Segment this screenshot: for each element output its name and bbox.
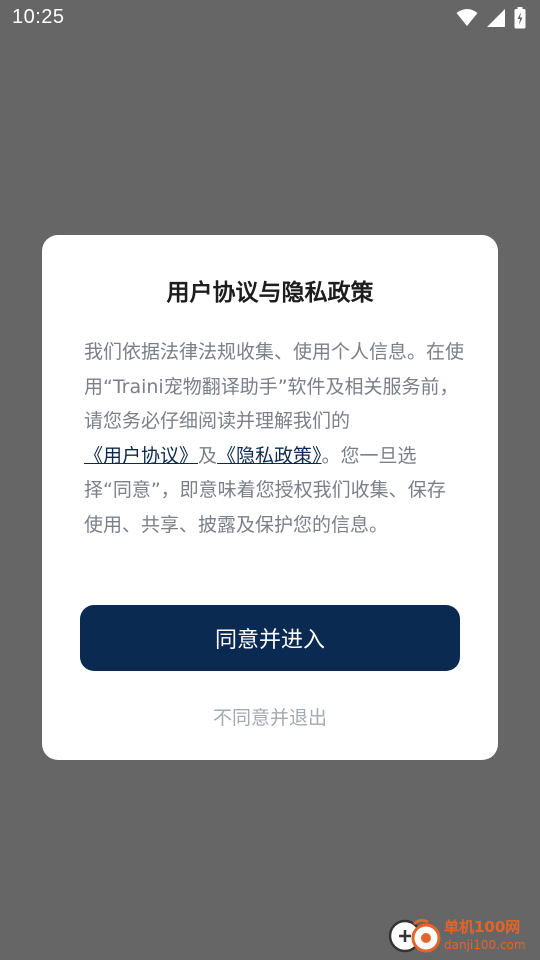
- body-connector: 及: [198, 444, 218, 467]
- status-bar: 10:25: [0, 0, 540, 36]
- status-icons: [456, 6, 526, 30]
- wifi-icon: [456, 9, 478, 27]
- screen: 10:25 用户协议与隐私政策 我们依据法律法规收集、使用个人信息。在使用“Tr…: [0, 0, 540, 960]
- status-time: 10:25: [12, 6, 65, 28]
- watermark-url: danji100.com: [444, 938, 526, 952]
- body-text-part1: 我们依据法律法规收集、使用个人信息。在使用“Traini宠物翻译助手”软件及相关…: [84, 341, 465, 432]
- agree-and-enter-button[interactable]: 同意并进入: [80, 605, 460, 671]
- watermark: 单机100网 danji100.com: [386, 914, 536, 958]
- cellular-signal-icon: [486, 8, 506, 28]
- disagree-and-exit-button[interactable]: 不同意并退出: [42, 703, 498, 730]
- privacy-policy-link[interactable]: 《隐私政策》: [217, 445, 322, 467]
- watermark-name: 单机100网: [444, 918, 521, 936]
- battery-charging-icon: [514, 7, 526, 29]
- consent-dialog: 用户协议与隐私政策 我们依据法律法规收集、使用个人信息。在使用“Traini宠物…: [42, 235, 498, 760]
- dialog-body: 我们依据法律法规收集、使用个人信息。在使用“Traini宠物翻译助手”软件及相关…: [84, 335, 464, 542]
- watermark-logo-icon: [388, 916, 442, 960]
- dialog-title: 用户协议与隐私政策: [166, 280, 374, 306]
- user-agreement-link[interactable]: 《用户协议》: [84, 445, 198, 467]
